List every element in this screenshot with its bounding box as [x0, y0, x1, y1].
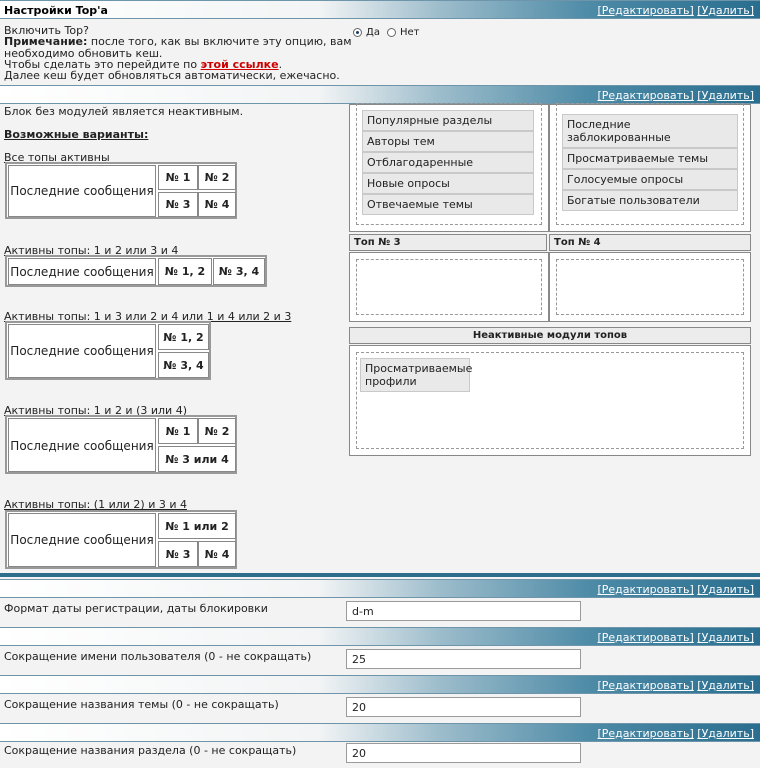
section-links: [Редактировать] [Удалить] — [597, 583, 754, 596]
module-item[interactable]: Последние заблокированные — [562, 114, 738, 148]
top-4-cell: № 4 — [198, 541, 236, 567]
top-3-zone — [349, 252, 549, 322]
module-item[interactable]: Отблагодаренные — [362, 152, 534, 173]
radio-yes-label: Да — [366, 27, 380, 38]
edit-link[interactable]: [Редактировать] — [597, 4, 693, 17]
top-4-cell: № 4 — [198, 192, 236, 217]
divider — [0, 573, 760, 577]
topic-trim-label: Сокращение названия темы (0 - не сокраща… — [4, 698, 279, 711]
section-header-top-settings: Настройки Top'а [Редактировать] [Удалить… — [0, 0, 760, 19]
date-format-label: Формат даты регистрации, даты блокировки — [4, 602, 268, 615]
module-item[interactable]: Новые опросы — [362, 173, 534, 194]
delete-link[interactable]: [Удалить] — [697, 727, 754, 740]
top-3-header: Топ № 3 — [349, 234, 547, 251]
radio-no[interactable] — [387, 28, 396, 37]
forum-trim-label: Сокращение названия раздела (0 - не сокр… — [4, 744, 297, 757]
top-4-header: Топ № 4 — [549, 234, 751, 251]
top-3-cell: № 3 — [158, 192, 198, 217]
top-2-cell: № 2 — [198, 165, 236, 190]
section-links: [Редактировать] [Удалить] — [597, 727, 754, 740]
top-3-dropzone[interactable] — [356, 259, 542, 315]
inactive-modules-header: Неактивные модули топов — [349, 327, 751, 344]
delete-link[interactable]: [Удалить] — [697, 89, 754, 102]
top-3-4-cell: № 3, 4 — [213, 258, 265, 285]
username-trim-input[interactable]: 25 — [346, 649, 581, 669]
note-line-4: Далее кеш будет обновляться автоматическ… — [4, 69, 340, 82]
edit-link[interactable]: [Редактировать] — [597, 583, 693, 596]
variant-1-grid: Последние сообщения № 1 № 2 № 3 № 4 — [5, 162, 237, 219]
top-3-or-4-cell: № 3 или 4 — [158, 446, 236, 472]
delete-link[interactable]: [Удалить] — [697, 631, 754, 644]
module-item[interactable]: Авторы тем — [362, 131, 534, 152]
last-posts-cell: Последние сообщения — [8, 324, 156, 378]
edit-link[interactable]: [Редактировать] — [597, 679, 693, 692]
edit-link[interactable]: [Редактировать] — [597, 631, 693, 644]
section-header-forum-trim: [Редактировать] [Удалить] — [0, 723, 760, 742]
module-item[interactable]: Отвечаемые темы — [362, 194, 534, 215]
section-header-username-trim: [Редактировать] [Удалить] — [0, 627, 760, 646]
variant-5-grid: Последние сообщения № 1 или 2 № 3 № 4 — [5, 510, 237, 569]
variant-3-grid: Последние сообщения № 1, 2 № 3, 4 — [5, 321, 211, 380]
radio-no-label: Нет — [400, 27, 420, 38]
top-1-cell: № 1 — [158, 165, 198, 190]
top-1-2-cell: № 1, 2 — [158, 258, 212, 285]
top-3-cell: № 3 — [158, 541, 198, 567]
top-1-or-2-cell: № 1 или 2 — [158, 513, 236, 539]
section-header-top-layout: [Редактировать] [Удалить] — [0, 85, 760, 104]
date-format-input[interactable]: d-m — [346, 601, 581, 621]
section-header-topic-trim: [Редактировать] [Удалить] — [0, 675, 760, 694]
section-header-date-format: [Редактировать] [Удалить] — [0, 579, 760, 598]
section-links: [Редактировать] [Удалить] — [597, 679, 754, 692]
module-item[interactable]: Богатые пользователи — [562, 190, 738, 211]
delete-link[interactable]: [Удалить] — [697, 4, 754, 17]
last-posts-cell: Последние сообщения — [8, 258, 156, 285]
module-item[interactable]: Популярные разделы — [362, 110, 534, 131]
top-4-zone — [549, 252, 751, 322]
section-links: [Редактировать] [Удалить] — [597, 4, 754, 17]
delete-link[interactable]: [Удалить] — [697, 679, 754, 692]
module-item[interactable]: Просматриваемые темы — [562, 148, 738, 169]
variant-2-grid: Последние сообщения № 1, 2 № 3, 4 — [5, 255, 267, 287]
last-posts-cell: Последние сообщения — [8, 513, 156, 567]
last-posts-cell: Последние сообщения — [8, 165, 156, 217]
top-3-4-cell: № 3, 4 — [158, 352, 209, 378]
module-item[interactable]: Голосуемые опросы — [562, 169, 738, 190]
section-title: Настройки Top'а — [4, 4, 108, 17]
top-2-cell: № 2 — [198, 418, 236, 444]
radio-yes[interactable] — [353, 28, 362, 37]
edit-link[interactable]: [Редактировать] — [597, 727, 693, 740]
top-4-dropzone[interactable] — [556, 259, 744, 315]
variants-title: Возможные варианты: — [4, 128, 149, 141]
username-trim-label: Сокращение имени пользователя (0 - не со… — [4, 650, 312, 663]
section-links: [Редактировать] [Удалить] — [597, 631, 754, 644]
last-posts-cell: Последние сообщения — [8, 418, 156, 472]
forum-trim-input[interactable]: 20 — [346, 743, 581, 763]
top-1-2-cell: № 1, 2 — [158, 324, 209, 350]
section-links: [Редактировать] [Удалить] — [597, 89, 754, 102]
topic-trim-input[interactable]: 20 — [346, 697, 581, 717]
delete-link[interactable]: [Удалить] — [697, 583, 754, 596]
top-1-cell: № 1 — [158, 418, 198, 444]
edit-link[interactable]: [Редактировать] — [597, 89, 693, 102]
variant-4-grid: Последние сообщения № 1 № 2 № 3 или 4 — [5, 415, 237, 474]
inactive-block-note: Блок без модулей является неактивным. — [4, 105, 244, 118]
module-item[interactable]: Просматриваемые профили — [360, 358, 472, 392]
